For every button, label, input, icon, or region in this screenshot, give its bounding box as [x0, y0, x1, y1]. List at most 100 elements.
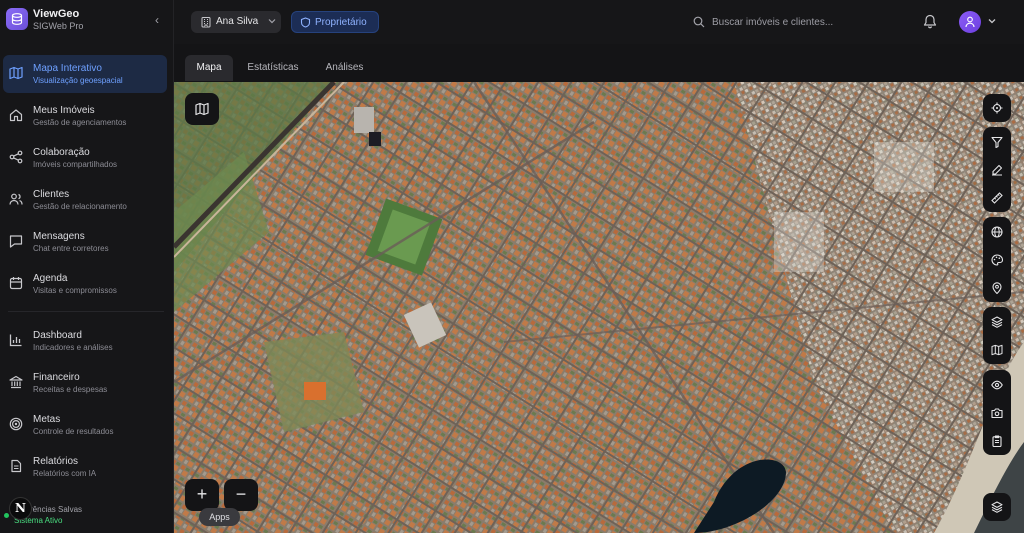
map-icon — [9, 66, 23, 80]
measure-button[interactable] — [983, 184, 1011, 212]
bar-chart-icon — [9, 334, 22, 347]
layers-toggle-button[interactable] — [983, 493, 1011, 521]
map-icon — [991, 344, 1003, 356]
globe-icon — [991, 226, 1003, 238]
locate-button[interactable] — [983, 94, 1011, 122]
user-selector[interactable]: Ana Silva — [191, 11, 281, 33]
draw-icon — [992, 164, 1003, 176]
palette-button[interactable] — [983, 246, 1011, 274]
tab-estatisticas[interactable]: Estatísticas — [237, 55, 309, 81]
sidebar: ViewGeo SIGWeb Pro ‹ Mapa Interativo Vis… — [0, 0, 174, 533]
sidebar-item-meus-imoveis[interactable]: Meus Imóveis Gestão de agenciamentos — [3, 97, 167, 135]
map-toolgroup-view — [983, 370, 1011, 455]
draw-button[interactable] — [983, 156, 1011, 184]
avatar[interactable] — [959, 11, 981, 33]
sidebar-divider — [8, 311, 164, 312]
zoom-in-button[interactable]: + — [185, 479, 219, 511]
tab-mapa[interactable]: Mapa — [185, 55, 233, 81]
zoom-out-button[interactable]: − — [224, 479, 258, 511]
chevron-down-icon[interactable] — [987, 16, 997, 26]
sidebar-item-agenda[interactable]: Agenda Visitas e compromissos — [3, 265, 167, 303]
search-icon — [693, 16, 705, 28]
status-dot — [4, 513, 9, 518]
sidebar-item-sublabel: Gestão de relacionamento — [33, 202, 127, 211]
role-badge[interactable]: Proprietário — [291, 11, 379, 33]
sidebar-item-sublabel: Receitas e despesas — [33, 385, 108, 394]
basemap-button[interactable] — [983, 336, 1011, 364]
report-icon — [11, 459, 22, 473]
layers-icon — [991, 316, 1003, 328]
map-toolgroup-draw — [983, 127, 1011, 212]
sidebar-item-label: Metas — [33, 414, 61, 425]
screenshot-button[interactable] — [983, 399, 1011, 427]
target-icon — [9, 417, 23, 431]
sidebar-item-colaboracao[interactable]: Colaboração Imóveis compartilhados — [3, 139, 167, 177]
share-icon — [9, 150, 23, 164]
n-logo-button[interactable]: N — [9, 497, 32, 520]
users-icon — [9, 193, 23, 205]
sidebar-item-sublabel: Chat entre corretores — [33, 244, 109, 253]
sidebar-item-label: Mensagens — [33, 231, 85, 242]
sidebar-item-sublabel: Visitas e compromissos — [33, 286, 117, 295]
sidebar-item-sublabel: Gestão de agenciamentos — [33, 118, 127, 127]
chevron-down-icon — [268, 19, 276, 24]
database-icon — [6, 8, 28, 30]
sidebar-item-sublabel: Visualização geoespacial — [33, 76, 123, 85]
sidebar-item-metas[interactable]: Metas Controle de resultados — [3, 406, 167, 444]
satellite-imagery — [174, 82, 1024, 533]
filter-button[interactable] — [983, 128, 1011, 156]
bank-icon — [9, 375, 23, 389]
role-label: Proprietário — [315, 17, 367, 28]
tab-analises[interactable]: Análises — [315, 55, 374, 81]
search-box[interactable] — [691, 11, 911, 33]
sidebar-item-label: Dashboard — [33, 330, 82, 341]
sidebar-item-clientes[interactable]: Clientes Gestão de relacionamento — [3, 181, 167, 219]
map-view-button[interactable] — [185, 93, 219, 125]
sidebar-item-label: Meus Imóveis — [33, 105, 95, 116]
sidebar-item-label: Clientes — [33, 189, 70, 200]
sidebar-item-label: Financeiro — [33, 372, 80, 383]
brand-subtitle: SIGWeb Pro — [33, 21, 84, 31]
sidebar-item-financeiro[interactable]: Financeiro Receitas e despesas — [3, 364, 167, 402]
sidebar-item-sublabel: Controle de resultados — [33, 427, 114, 436]
sidebar-item-label: Colaboração — [33, 147, 90, 158]
palette-icon — [991, 254, 1003, 266]
map-icon — [195, 102, 209, 116]
brand-title: ViewGeo — [33, 8, 80, 20]
bell-icon[interactable] — [923, 14, 937, 29]
globe-button[interactable] — [983, 218, 1011, 246]
sidebar-item-sublabel: Imóveis compartilhados — [33, 160, 118, 169]
satellite-map[interactable]: + − — [174, 82, 1024, 533]
filter-icon — [991, 136, 1003, 148]
sidebar-item-relatorios[interactable]: Relatórios Relatórios com IA — [3, 448, 167, 486]
collapse-sidebar-icon[interactable]: ‹ — [150, 13, 164, 27]
calendar-icon — [9, 277, 23, 290]
map-toolgroup-locate — [983, 94, 1011, 122]
locate-icon — [991, 102, 1003, 114]
map-toolgroup-layers — [983, 307, 1011, 364]
visibility-button[interactable] — [983, 371, 1011, 399]
sidebar-item-label: Agenda — [33, 273, 68, 284]
notes-button[interactable] — [983, 427, 1011, 455]
sidebar-item-sublabel: Relatórios com IA — [33, 469, 97, 478]
sidebar-item-dashboard[interactable]: Dashboard Indicadores e análises — [3, 322, 167, 360]
sidebar-item-label: Relatórios — [33, 456, 79, 467]
home-icon — [9, 109, 23, 122]
sidebar-item-sublabel: Indicadores e análises — [33, 343, 113, 352]
measure-icon — [991, 192, 1003, 204]
building-icon — [201, 17, 211, 28]
pin-button[interactable] — [983, 274, 1011, 302]
apps-tooltip: Apps — [199, 508, 240, 526]
sidebar-item-mapa-interativo[interactable]: Mapa Interativo Visualização geoespacial — [3, 55, 167, 93]
layers-icon — [991, 501, 1003, 513]
message-icon — [9, 235, 23, 248]
eye-icon — [991, 380, 1003, 390]
sidebar-item-label: Mapa Interativo — [33, 63, 102, 74]
saved-references-label[interactable]: rências Salvas — [30, 505, 82, 514]
brand[interactable]: ViewGeo SIGWeb Pro ‹ — [6, 7, 170, 35]
sidebar-item-mensagens[interactable]: Mensagens Chat entre corretores — [3, 223, 167, 261]
app-root: ViewGeo SIGWeb Pro ‹ Mapa Interativo Vis… — [0, 0, 1024, 533]
search-input[interactable] — [712, 13, 902, 31]
layers-button[interactable] — [983, 308, 1011, 336]
clipboard-icon — [992, 435, 1002, 447]
